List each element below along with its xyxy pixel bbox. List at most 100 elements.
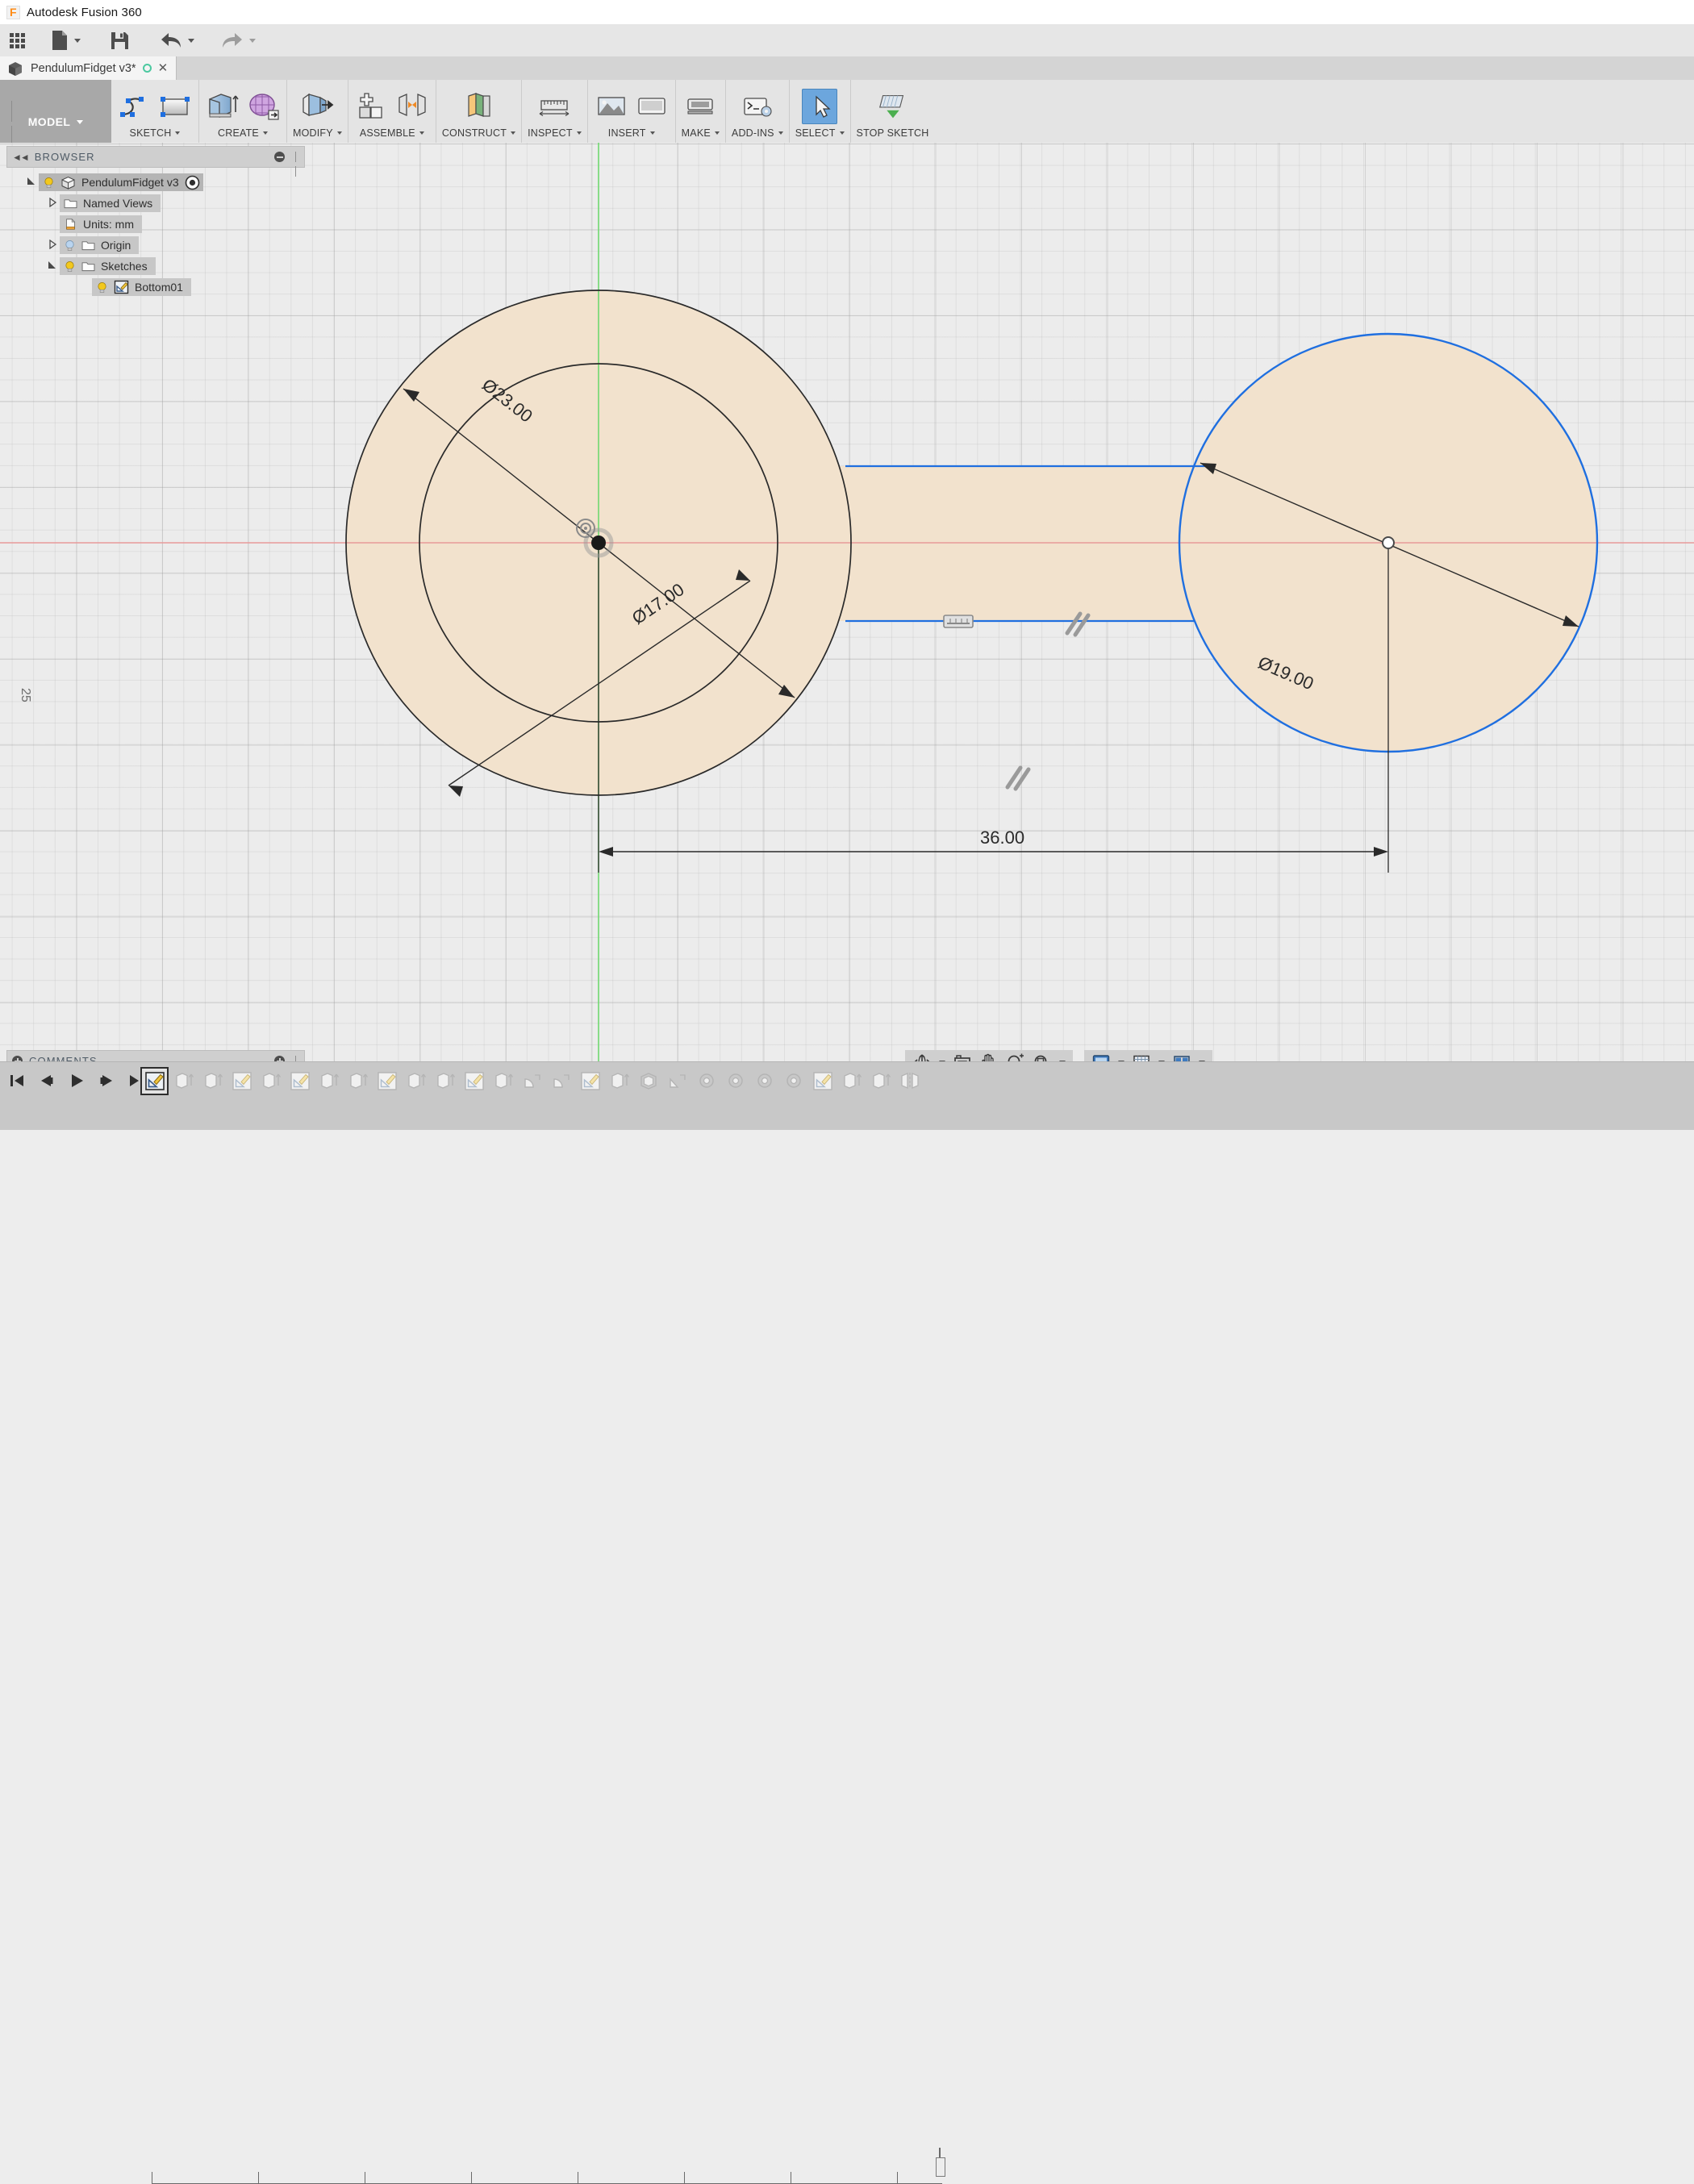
ribbon-tab-modify[interactable]: MODIFY: [293, 124, 342, 143]
lightbulb-on-icon[interactable]: [64, 260, 76, 273]
ribbon-tab-make[interactable]: MAKE: [682, 124, 720, 143]
timeline-feature-chamfer-1[interactable]: [665, 1069, 690, 1094]
browser-item-label: PendulumFidget v3: [81, 176, 179, 189]
browser-item-named-views[interactable]: Named Views: [6, 193, 305, 214]
lightbulb-on-icon[interactable]: [96, 281, 108, 294]
timeline-feature-extrude-2[interactable]: [200, 1069, 225, 1094]
grip-handle-icon[interactable]: [295, 152, 299, 162]
new-document-button[interactable]: [44, 24, 88, 56]
timeline-feature-hole-3[interactable]: [752, 1069, 777, 1094]
ribbon-tab-construct[interactable]: CONSTRUCT: [442, 124, 515, 143]
ribbon-tab-assemble[interactable]: ASSEMBLE: [360, 124, 424, 143]
save-button[interactable]: [102, 24, 137, 56]
expander-collapsed-icon[interactable]: [45, 197, 60, 210]
minimize-circle-icon[interactable]: [274, 152, 285, 162]
browser-item-units[interactable]: Units: mm: [6, 214, 305, 235]
timeline-feature-sketch-3[interactable]: [287, 1069, 312, 1094]
browser-item-label: Bottom01: [135, 281, 183, 294]
timeline-feature-sketch-4[interactable]: [374, 1069, 399, 1094]
spline-tool-button[interactable]: [117, 89, 152, 124]
timeline-feature-extrude-4[interactable]: [316, 1069, 341, 1094]
expander-expanded-icon[interactable]: [45, 260, 60, 273]
redo-button[interactable]: [213, 24, 263, 56]
chevron-down-icon: [715, 131, 720, 135]
parallel-constraint-marker-2[interactable]: [1008, 768, 1028, 789]
play-button[interactable]: [68, 1072, 86, 1090]
expander-collapsed-icon[interactable]: [45, 239, 60, 252]
timeline-feature-sketch-7[interactable]: [810, 1069, 835, 1094]
collapse-left-icon[interactable]: ◄◄: [12, 152, 28, 163]
sync-circle-icon[interactable]: [143, 64, 152, 73]
hole-icon: [783, 1071, 804, 1091]
insert-canvas-button[interactable]: [634, 89, 670, 124]
extrude-tool-button[interactable]: [205, 89, 240, 124]
timeline-feature-hole-2[interactable]: [723, 1069, 748, 1094]
ribbon-tab-insert[interactable]: INSERT: [608, 124, 655, 143]
timeline-feature-hole-1[interactable]: [694, 1069, 719, 1094]
ribbon-label-select: SELECT: [795, 127, 836, 139]
extrude-icon: [202, 1071, 223, 1091]
timeline-feature-shell-1[interactable]: [636, 1069, 661, 1094]
form-tool-button[interactable]: [245, 89, 281, 124]
sketch-icon: [144, 1071, 165, 1091]
ribbon-tab-sketch[interactable]: SKETCH: [130, 124, 181, 143]
close-x-icon[interactable]: ✕: [158, 62, 169, 74]
sketch-icon: [232, 1071, 252, 1091]
press-pull-tool-button[interactable]: [299, 89, 335, 124]
stop-sketch-button[interactable]: [875, 89, 911, 124]
timeline-feature-extrude-8[interactable]: [490, 1069, 515, 1094]
offset-plane-button[interactable]: [461, 89, 496, 124]
new-component-button[interactable]: [354, 89, 390, 124]
ribbon-tab-select[interactable]: SELECT: [795, 124, 845, 143]
go-to-beginning-button[interactable]: [8, 1072, 26, 1090]
browser-item-origin[interactable]: Origin: [6, 235, 305, 256]
timeline-feature-extrude-10[interactable]: [839, 1069, 864, 1094]
timeline-feature-extrude-7[interactable]: [432, 1069, 457, 1094]
ribbon-tab-create[interactable]: CREATE: [218, 124, 268, 143]
timeline-feature-extrude-6[interactable]: [403, 1069, 428, 1094]
step-forward-button[interactable]: [98, 1072, 115, 1090]
timeline-feature-fillet-2[interactable]: [549, 1069, 574, 1094]
insert-mcmaster-button[interactable]: [594, 89, 629, 124]
ribbon-tab-addins[interactable]: ADD-INS: [732, 124, 783, 143]
scripts-addins-button[interactable]: [740, 89, 775, 124]
timeline-feature-extrude-3[interactable]: [258, 1069, 283, 1094]
undo-button[interactable]: [152, 24, 202, 56]
app-grid-button[interactable]: [0, 24, 32, 56]
ribbon-tab-inspect[interactable]: INSPECT: [528, 124, 582, 143]
measure-tool-button[interactable]: [536, 89, 572, 124]
browser-item-pendulumfidget[interactable]: PendulumFidget v3: [6, 172, 305, 193]
lightbulb-on-icon[interactable]: [43, 177, 55, 189]
timeline-feature-hole-4[interactable]: [781, 1069, 806, 1094]
timeline-feature-sketch-5[interactable]: [461, 1069, 486, 1094]
chevron-down-icon: [175, 131, 180, 135]
timeline-feature-fillet-1[interactable]: [519, 1069, 544, 1094]
timeline-feature-sketch-6[interactable]: [578, 1069, 603, 1094]
ribbon-tab-stop-sketch[interactable]: STOP SKETCH: [857, 124, 929, 143]
timeline-end-marker[interactable]: [936, 2157, 945, 2177]
ribbon-label-construct: CONSTRUCT: [442, 127, 507, 139]
timeline-feature-mirror-1[interactable]: [897, 1069, 922, 1094]
lightbulb-off-icon[interactable]: [64, 240, 76, 252]
extrude-icon: [435, 1071, 456, 1091]
workspace-switcher[interactable]: MODEL: [0, 80, 111, 143]
timeline-feature-extrude-11[interactable]: [868, 1069, 893, 1094]
browser-item-sketches[interactable]: Sketches: [6, 256, 305, 277]
timeline-feature-extrude-9[interactable]: [607, 1069, 632, 1094]
timeline-feature-sketch-1[interactable]: [142, 1069, 167, 1094]
ribbon-label-addins: ADD-INS: [732, 127, 774, 139]
expander-expanded-icon[interactable]: [24, 176, 39, 189]
rectangle-tool-button[interactable]: [157, 89, 193, 124]
step-back-button[interactable]: [38, 1072, 56, 1090]
select-tool-button[interactable]: [802, 89, 837, 124]
timeline-feature-sketch-2[interactable]: [229, 1069, 254, 1094]
timeline-feature-extrude-5[interactable]: [345, 1069, 370, 1094]
document-tab[interactable]: PendulumFidget v3* ✕: [0, 56, 177, 80]
tangent-constraint-marker[interactable]: [944, 615, 973, 627]
target-dot-icon[interactable]: [185, 175, 200, 190]
joint-tool-button[interactable]: [394, 89, 430, 124]
browser-item-bottom01[interactable]: Bottom01: [6, 277, 305, 298]
timeline-feature-extrude-1[interactable]: [171, 1069, 196, 1094]
ribbon-group-create: CREATE: [199, 80, 287, 143]
3d-print-button[interactable]: [682, 89, 718, 124]
